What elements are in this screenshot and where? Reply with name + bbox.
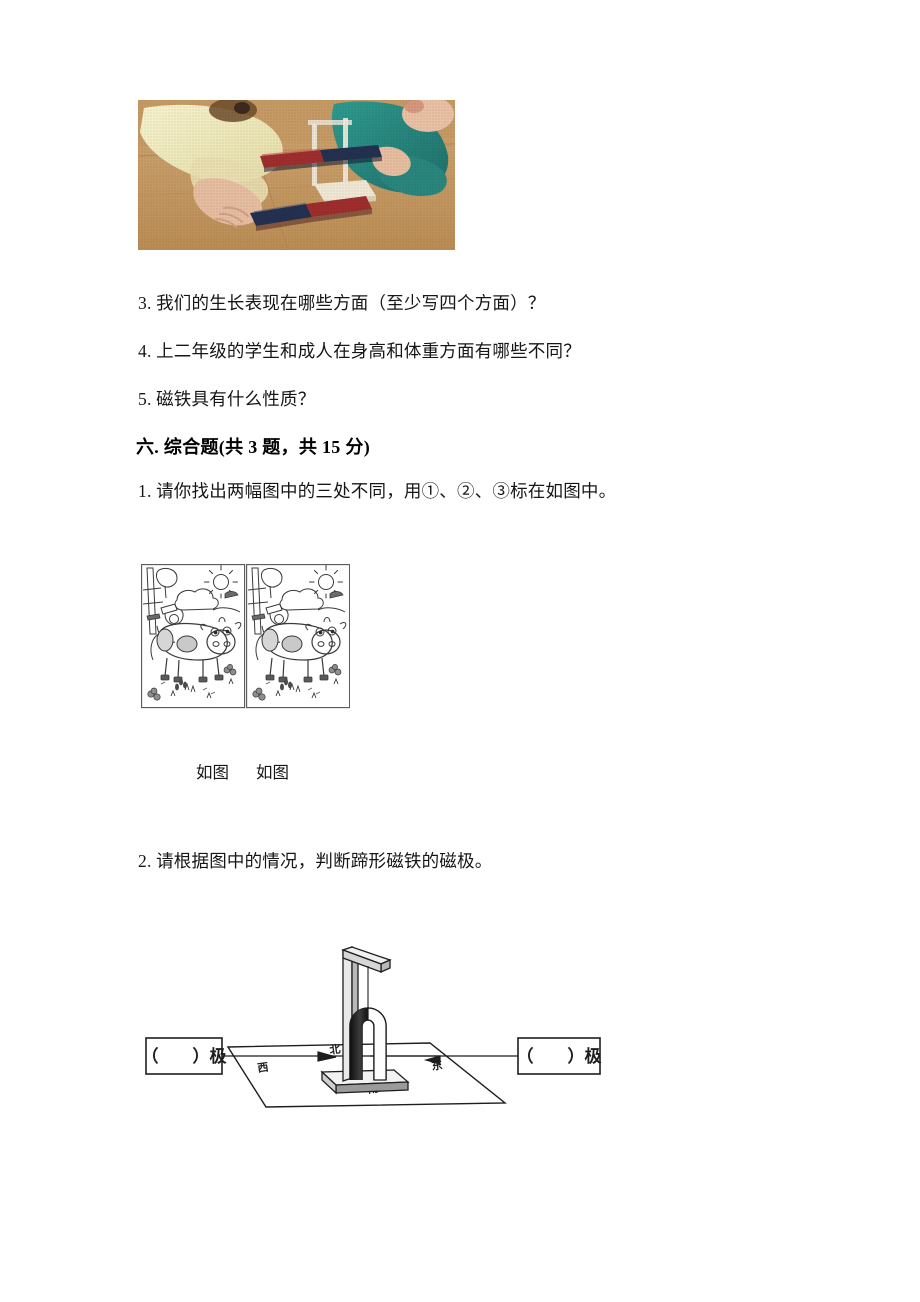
left-pole-label-box: （ ）极 <box>142 1037 227 1075</box>
question-5: 5. 磁铁具有什么性质？ <box>138 389 316 409</box>
stand-base <box>320 1069 410 1095</box>
section-six-question-1: 1. 请你找出两幅图中的三处不同，用①、②、③标在如图中。 <box>138 481 617 501</box>
question-4: 4. 上二年级的学生和成人在身高和体重方面有哪些不同？ <box>138 341 581 361</box>
children-bar-magnets-photo <box>138 100 455 250</box>
svg-text:西: 西 <box>257 1061 270 1075</box>
figure-caption-left: 如图 <box>196 763 229 782</box>
question-3: 3. 我们的生长表现在哪些方面（至少写四个方面）？ <box>138 293 546 313</box>
figure-caption-right: 如图 <box>256 763 289 782</box>
section-six-heading: 六. 综合题(共 3 题，共 15 分) <box>136 437 370 457</box>
spot-the-difference-cows-figure <box>141 564 350 709</box>
right-pole-label-text: （ ）极 <box>517 1046 602 1066</box>
photo-artwork <box>138 100 455 250</box>
left-pole-label-text: （ ）极 <box>142 1046 227 1066</box>
horseshoe-magnet-diagram: 西 北 东 南 <box>140 930 610 1120</box>
document-page: 3. 我们的生长表现在哪些方面（至少写四个方面）？ 4. 上二年级的学生和成人在… <box>0 0 920 1302</box>
magnet-artwork: 西 北 东 南 <box>142 945 602 1108</box>
right-pole-label-box: （ ）极 <box>517 1037 602 1075</box>
cow-panel-right <box>246 564 350 709</box>
cows-artwork <box>141 564 350 709</box>
cow-panel-left <box>141 564 246 709</box>
svg-text:北: 北 <box>328 1042 341 1057</box>
section-six-question-2: 2. 请根据图中的情况，判断蹄形磁铁的磁极。 <box>138 851 493 871</box>
